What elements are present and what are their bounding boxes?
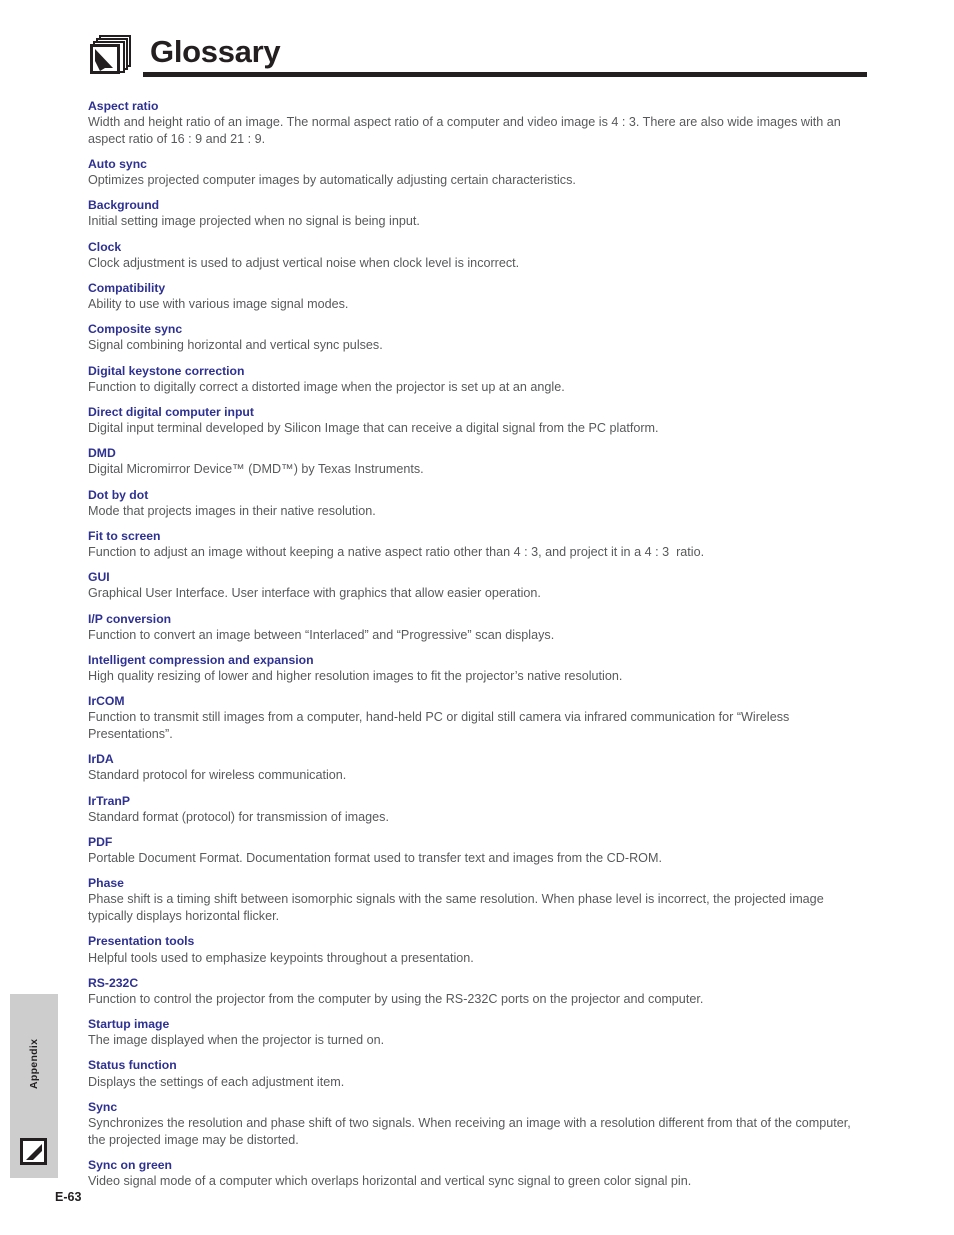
glossary-term: I/P conversion [88, 611, 172, 626]
glossary-entry: Background Initial setting image projecte… [88, 197, 868, 230]
glossary-entry: RS-232C Function to control the projector… [88, 975, 868, 1008]
glossary-term: Intelligent compression and expansion [88, 653, 314, 667]
glossary-term: IrTranP [88, 793, 130, 808]
glossary-term: Startup image [88, 1017, 170, 1032]
glossary-entry: Clock Clock adjustment is used to adjust … [88, 239, 868, 272]
glossary-definition: The image displayed when the projector i… [88, 1033, 385, 1048]
glossary-term: DMD [88, 446, 116, 461]
glossary-definition: Standard format (protocol) for transmiss… [88, 809, 389, 824]
glossary-definition: Function to adjust an image without keep… [88, 545, 705, 560]
glossary-definition: Helpful tools used to emphasize keypoint… [88, 950, 474, 965]
glossary-entry: Sync on green Video signal mode of a comp… [88, 1157, 868, 1190]
glossary-entry: Status function Displays the settings of … [88, 1057, 868, 1090]
glossary-entry: Fit to screen Function to adjust an image… [88, 528, 868, 561]
pen-square-icon [20, 1138, 47, 1165]
page-number: E-63 [55, 1190, 82, 1204]
glossary-entry: Digital keystone correction Function to d… [88, 363, 868, 396]
glossary-term: Status function [88, 1058, 177, 1073]
glossary-definition: Function to transmit still images from a… [88, 710, 793, 742]
glossary-entry: IrDA Standard protocol for wireless commu… [88, 751, 868, 784]
glossary-definition: Displays the settings of each adjustment… [88, 1074, 345, 1089]
glossary-definition: Standard protocol for wireless communica… [88, 768, 347, 783]
glossary-entry: GUI Graphical User Interface. User interf… [88, 569, 868, 602]
glossary-definition: Ability to use with various image signal… [88, 297, 349, 312]
glossary-definition: Function to control the projector from t… [88, 991, 704, 1006]
glossary-term: Compatibility [88, 281, 166, 296]
glossary-definition: Digital Micromirror Device™ (DMD™) by Te… [88, 462, 424, 477]
appendix-side-tab: Appendix [10, 994, 58, 1178]
glossary-definition: Digital input terminal developed by Sili… [88, 421, 659, 436]
glossary-definition: Initial setting image projected when no … [88, 214, 420, 229]
glossary-term: Aspect ratio [88, 99, 159, 113]
glossary-definition: Width and height ratio of an image. The … [88, 115, 845, 146]
glossary-term: Dot by dot [88, 487, 149, 502]
glossary-definition: Synchronizes the resolution and phase sh… [88, 1115, 855, 1147]
glossary-entry: Sync Synchronizes the resolution and phas… [88, 1099, 868, 1149]
appendix-side-tab-label: Appendix [28, 1038, 40, 1090]
glossary-term: Background [88, 198, 160, 213]
glossary-entry: DMD Digital Micromirror Device™ (DMD™) by… [88, 445, 868, 478]
glossary-term: Direct digital computer input [88, 405, 254, 420]
glossary-term: Composite sync [88, 322, 183, 337]
glossary-entry: IrTranP Standard format (protocol) for tr… [88, 793, 868, 826]
glossary-entry: Dot by dot Mode that projects images in t… [88, 487, 868, 520]
glossary-entry: Composite sync Signal combining horizonta… [88, 321, 868, 354]
glossary-entry: Aspect ratio Width and height ratio of an… [88, 98, 868, 148]
glossary-entry: Direct digital computer input Digital inp… [88, 404, 868, 437]
glossary-list: Aspect ratio Width and height ratio of an… [88, 98, 868, 1198]
glossary-entry: Intelligent compression and expansion Hig… [88, 652, 868, 685]
glossary-definition: Function to convert an image between “In… [88, 627, 555, 642]
glossary-term: RS-232C [88, 975, 139, 990]
glossary-term: GUI [88, 570, 110, 585]
glossary-term: Fit to screen [88, 529, 161, 544]
glossary-entry: PDF Portable Document Format. Documentati… [88, 834, 868, 867]
glossary-entry: Phase Phase shift is a timing shift betwe… [88, 875, 868, 925]
glossary-term: IrCOM [88, 694, 125, 709]
glossary-definition: High quality resizing of lower and highe… [88, 669, 623, 684]
glossary-definition: Optimizes projected computer images by a… [88, 173, 576, 188]
glossary-term: Presentation tools [88, 934, 195, 949]
glossary-definition: Mode that projects images in their nativ… [88, 503, 376, 518]
glossary-term: IrDA [88, 752, 114, 767]
title-divider [143, 72, 867, 77]
glossary-term: Clock [88, 239, 122, 254]
glossary-entry: Auto sync Optimizes projected computer im… [88, 156, 868, 189]
glossary-term: Auto sync [88, 157, 147, 172]
page-header: Glossary [0, 0, 954, 92]
glossary-entry: Startup image The image displayed when th… [88, 1016, 868, 1049]
glossary-definition: Signal combining horizontal and vertical… [88, 338, 383, 353]
glossary-term: Digital keystone correction [88, 363, 245, 378]
glossary-entry: I/P conversion Function to convert an ima… [88, 611, 868, 644]
book-stack-cursor-icon [88, 34, 134, 80]
glossary-term: Sync [88, 1099, 118, 1114]
glossary-term: Phase [88, 876, 124, 891]
glossary-term: Sync on green [88, 1157, 172, 1172]
glossary-term: PDF [88, 835, 113, 850]
glossary-definition: Portable Document Format. Documentation … [88, 851, 662, 866]
glossary-definition: Graphical User Interface. User interface… [88, 586, 541, 601]
glossary-entry: IrCOM Function to transmit still images f… [88, 693, 868, 743]
glossary-entry: Compatibility Ability to use with various… [88, 280, 868, 313]
glossary-definition: Phase shift is a timing shift between is… [88, 892, 828, 924]
page-title: Glossary [150, 34, 281, 69]
glossary-entry: Presentation tools Helpful tools used to … [88, 933, 868, 966]
glossary-definition: Function to digitally correct a distorte… [88, 379, 565, 394]
glossary-definition: Video signal mode of a computer which ov… [88, 1173, 692, 1188]
glossary-definition: Clock adjustment is used to adjust verti… [88, 255, 520, 270]
